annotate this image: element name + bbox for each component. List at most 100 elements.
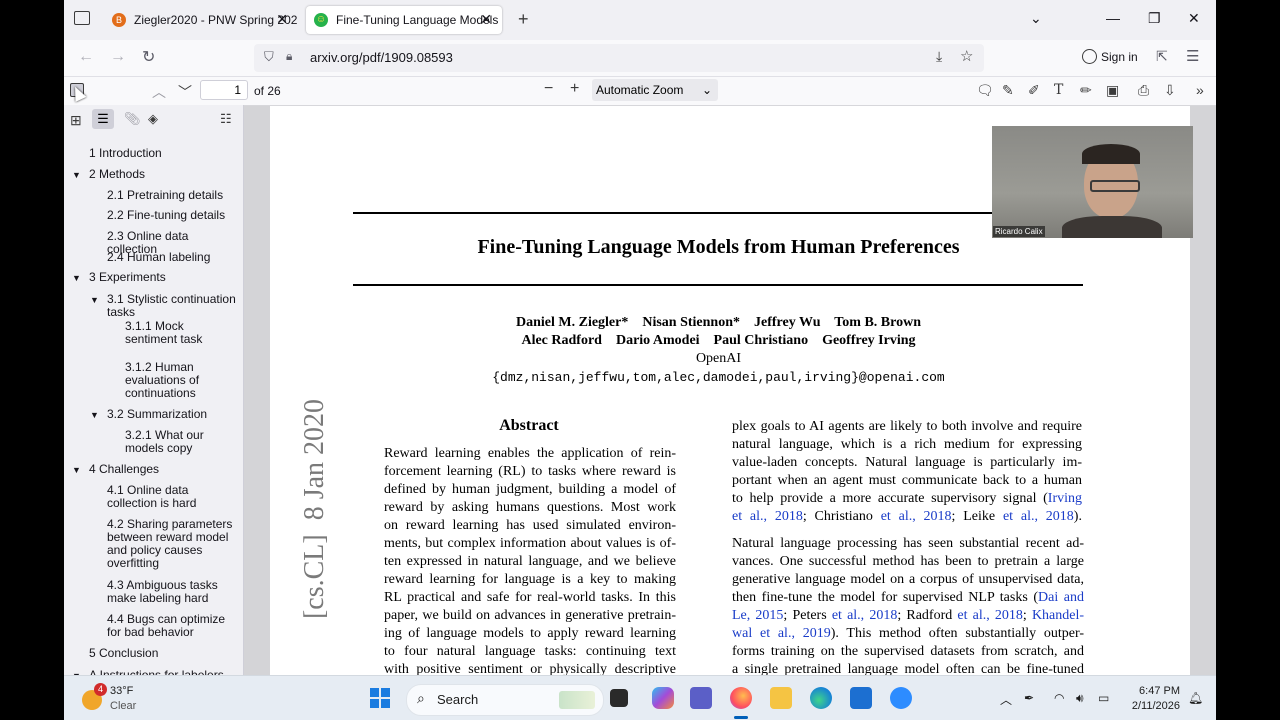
outline-item[interactable]: 4.4 Bugs can optimize for bad behavior <box>107 613 237 639</box>
outline-item[interactable]: 1 Introduction <box>89 147 239 160</box>
new-tab-icon[interactable]: + <box>518 9 529 30</box>
outline-item[interactable]: 2 Methods <box>89 168 239 181</box>
next-page-icon[interactable]: ﹀ <box>178 82 192 102</box>
page-count: of 26 <box>254 84 281 98</box>
text-icon[interactable]: T <box>1054 82 1063 98</box>
wifi-icon[interactable]: ◠ <box>1054 691 1064 705</box>
previous-page-icon[interactable]: ︿ <box>152 82 166 102</box>
clock-date: 2/11/2026 <box>1131 700 1180 712</box>
title-rule-bottom <box>353 284 1083 286</box>
attachments-icon[interactable]: 📎︎ <box>124 111 141 127</box>
bookmark-star-icon[interactable]: ☆ <box>960 47 973 65</box>
body-line: vances. One successful method has been t… <box>732 554 1084 569</box>
print-icon[interactable]: ⎙ <box>1138 82 1149 99</box>
page-number-input[interactable]: 1 <box>200 80 248 100</box>
sidebar-toolbar: ⊞ ☰ 📎︎ ◈ ☷ <box>64 105 243 135</box>
expand-caret-icon[interactable]: ▼ <box>90 410 99 420</box>
participant-name: Ricardo Calix <box>993 226 1045 237</box>
notifications-icon[interactable]: 🔔︎ <box>1188 691 1203 705</box>
taskbar-search[interactable]: ⌕ Search <box>406 684 604 716</box>
comment-icon[interactable]: 🗨︎ <box>976 82 994 99</box>
body-line: Le, 2015; Peters et al., 2018; Radford e… <box>732 608 1085 623</box>
current-outline-item-icon[interactable]: ☷ <box>220 111 232 127</box>
outline-item[interactable]: 3 Experiments <box>89 271 239 284</box>
layers-icon[interactable]: ◈ <box>148 111 158 127</box>
copilot-icon[interactable] <box>652 687 674 709</box>
minimize-icon[interactable]: — <box>1106 10 1120 26</box>
outline-icon[interactable]: ☰ <box>92 109 114 129</box>
battery-icon[interactable]: ▭ <box>1098 691 1109 705</box>
outline-item[interactable]: 2.1 Pretraining details <box>107 189 237 202</box>
volume-icon[interactable]: 🔊︎ <box>1076 691 1084 706</box>
abstract-line: ten expressed in natural language, and w… <box>384 554 676 569</box>
outline-item[interactable]: 3.1.2 Human evaluations of continuations <box>125 361 237 400</box>
image-icon[interactable]: ▣ <box>1106 82 1119 99</box>
close-tab-icon[interactable]: ✕ <box>276 11 288 28</box>
outline-item[interactable]: 4.1 Online data collection is hard <box>107 484 237 510</box>
reload-icon[interactable]: ↻ <box>142 47 155 67</box>
abstract-line: reward by asking humans questions. Most … <box>384 500 676 515</box>
abstract-line: ing of language models to apply reward l… <box>384 626 676 641</box>
abstract-line: paper, we build on advances in generativ… <box>384 608 676 623</box>
weather-desc: Clear <box>110 700 137 712</box>
expand-caret-icon[interactable]: ▼ <box>72 170 81 180</box>
search-icon: ⌕ <box>417 690 425 706</box>
close-tab-icon[interactable]: ✕ <box>480 11 492 28</box>
outline-item[interactable]: 5 Conclusion <box>89 647 239 660</box>
outline-item[interactable]: 3.2 Summarization <box>107 408 237 421</box>
outline-item[interactable]: 3.1 Stylistic continuation tasks <box>107 293 237 319</box>
signature-icon[interactable]: ✎ <box>1002 82 1014 99</box>
tab-fine-tuning[interactable]: ☺ Fine-Tuning Language Models ✕ <box>306 6 502 34</box>
weather-widget[interactable]: 4 33°F Clear <box>80 682 170 716</box>
restore-icon[interactable]: ❐ <box>1148 10 1161 27</box>
store-icon[interactable] <box>850 687 872 709</box>
highlight-icon[interactable]: ✐ <box>1028 82 1040 99</box>
body-line: to help provide a more accurate supervis… <box>732 491 1082 506</box>
teams-icon[interactable] <box>690 687 712 709</box>
outline-item[interactable]: 4.2 Sharing parameters between reward mo… <box>107 518 237 570</box>
video-call-window[interactable]: Ricardo Calix <box>992 126 1193 238</box>
download-icon[interactable]: ⤓ <box>936 48 942 65</box>
abstract-heading: Abstract <box>499 417 559 434</box>
clock[interactable]: 6:47 PM 2/11/2026 <box>1124 684 1180 714</box>
shield-icon[interactable]: ⛉ <box>264 49 274 65</box>
show-hidden-icons-icon[interactable]: ︿ <box>1000 691 1012 708</box>
back-icon[interactable]: ← <box>78 48 94 66</box>
outline-item[interactable]: 2.4 Human labeling <box>107 251 237 264</box>
save-icon[interactable]: ⇩ <box>1164 82 1176 99</box>
zoom-in-icon[interactable]: + <box>570 80 579 98</box>
start-windows-icon[interactable] <box>370 688 390 708</box>
expand-caret-icon[interactable]: ▼ <box>72 465 81 475</box>
title-rule-top <box>353 212 1083 214</box>
sign-in-button[interactable]: Sign in <box>1082 49 1138 64</box>
url-text[interactable]: arxiv.org/pdf/1909.08593 <box>310 50 453 65</box>
url-bar[interactable]: ⛉ 🔒︎ arxiv.org/pdf/1909.08593 ⤓ ☆ <box>254 44 984 72</box>
task-view-icon[interactable] <box>610 689 628 707</box>
edge-icon[interactable] <box>810 687 832 709</box>
more-tools-icon[interactable]: » <box>1196 82 1204 98</box>
forward-icon[interactable]: → <box>110 48 126 66</box>
extensions-icon[interactable]: ⇱ <box>1156 48 1168 65</box>
pen-icon[interactable]: ✒ <box>1024 691 1034 705</box>
outline-item[interactable]: 3.2.1 What our models copy <box>125 429 237 455</box>
expand-caret-icon[interactable]: ▼ <box>90 295 99 305</box>
outline-item[interactable]: 4.3 Ambiguous tasks make labeling hard <box>107 579 237 605</box>
close-window-icon[interactable]: ✕ <box>1188 10 1200 27</box>
zoom-icon[interactable] <box>890 687 912 709</box>
draw-icon[interactable]: ✏ <box>1080 82 1092 99</box>
tab-title: Fine-Tuning Language Models <box>336 13 499 27</box>
tab-ziegler[interactable]: B Ziegler2020 - PNW Spring 2026 ✕ <box>104 6 298 34</box>
expand-caret-icon[interactable]: ▼ <box>72 273 81 283</box>
thumbnails-icon[interactable]: ⊞ <box>70 112 82 129</box>
outline-item[interactable]: 2.2 Fine-tuning details <box>107 209 237 222</box>
outline-item[interactable]: 4 Challenges <box>89 463 239 476</box>
zoom-out-icon[interactable]: − <box>544 80 553 98</box>
tab-overview-icon[interactable] <box>74 11 90 25</box>
zoom-select[interactable]: Automatic Zoom ⌄ <box>592 79 718 101</box>
firefox-icon[interactable] <box>730 687 752 709</box>
outline-item[interactable]: 3.1.1 Mock sentiment task <box>125 320 237 346</box>
list-all-tabs-icon[interactable]: ⌄ <box>1030 10 1042 27</box>
lock-icon[interactable]: 🔒︎ <box>286 49 292 64</box>
menu-icon[interactable]: ☰ <box>1186 47 1199 65</box>
file-explorer-icon[interactable] <box>770 687 792 709</box>
